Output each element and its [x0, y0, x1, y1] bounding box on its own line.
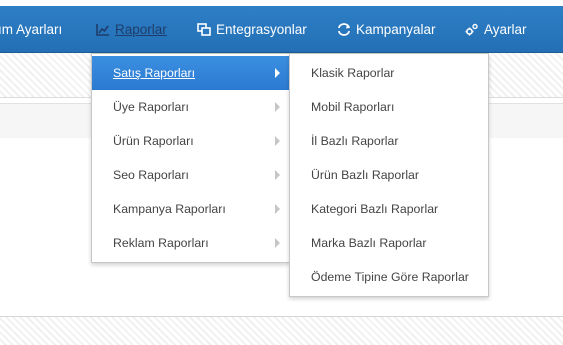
submenu-item-category-reports[interactable]: Kategori Bazlı Raporlar: [290, 192, 488, 226]
submenu-item-label: Ürün Bazlı Raporlar: [311, 168, 419, 182]
nav-item-label: ım Ayarları: [0, 21, 63, 37]
submenu-item-mobile-reports[interactable]: Mobil Raporları: [290, 90, 488, 124]
chevron-right-icon: [275, 170, 280, 180]
submenu-item-label: Klasik Raporlar: [311, 66, 395, 80]
nav-item-integrations[interactable]: Entegrasyonlar: [197, 6, 307, 52]
submenu-item-brand-reports[interactable]: Marka Bazlı Raporlar: [290, 226, 488, 260]
submenu-item-label: Ödeme Tipine Göre Raporlar: [311, 270, 469, 284]
nav-item-label: Raporlar: [115, 21, 167, 37]
submenu-item-product-based-reports[interactable]: Ürün Bazlı Raporlar: [290, 158, 488, 192]
menu-item-sales-reports[interactable]: Satış Raporları: [92, 56, 289, 90]
footer-band: [0, 316, 563, 345]
nav-item-store-settings[interactable]: ım Ayarları: [0, 6, 62, 52]
menu-item-member-reports[interactable]: Üye Raporları: [92, 90, 289, 124]
menu-item-label: Ürün Raporları: [113, 134, 194, 148]
submenu-item-label: İl Bazlı Raporlar: [311, 134, 399, 148]
nav-item-settings[interactable]: Ayarlar: [465, 6, 527, 52]
top-navbar: ım Ayarları Raporlar Entegrasyonlar Kamp…: [0, 6, 563, 53]
submenu-item-classic-reports[interactable]: Klasik Raporlar: [290, 56, 488, 90]
reports-dropdown-menu: Satış Raporları Üye Raporları Ürün Rapor…: [91, 53, 290, 263]
menu-item-label: Seo Raporları: [113, 168, 189, 182]
menu-item-product-reports[interactable]: Ürün Raporları: [92, 124, 289, 158]
submenu-item-label: Mobil Raporları: [311, 100, 395, 114]
nav-item-label: Entegrasyonlar: [216, 21, 307, 37]
gear-icon: [465, 23, 479, 36]
nav-item-label: Kampanyalar: [356, 21, 436, 37]
submenu-item-label: Kategori Bazlı Raporlar: [311, 202, 439, 216]
chevron-right-icon: [275, 238, 280, 248]
menu-item-label: Kampanya Raporları: [113, 202, 226, 216]
chevron-right-icon: [275, 136, 280, 146]
integration-icon: [197, 22, 211, 36]
menu-item-ad-reports[interactable]: Reklam Raporları: [92, 226, 289, 260]
nav-item-campaigns[interactable]: Kampanyalar: [337, 6, 436, 52]
campaign-icon: [337, 22, 351, 36]
menu-item-seo-reports[interactable]: Seo Raporları: [92, 158, 289, 192]
chevron-right-icon: [275, 68, 280, 78]
menu-item-label: Reklam Raporları: [113, 236, 209, 250]
nav-item-label: Ayarlar: [484, 21, 527, 37]
submenu-item-city-reports[interactable]: İl Bazlı Raporlar: [290, 124, 488, 158]
menu-item-label: Üye Raporları: [113, 100, 189, 114]
chart-icon: [96, 23, 110, 36]
chevron-right-icon: [275, 204, 280, 214]
menu-item-campaign-reports[interactable]: Kampanya Raporları: [92, 192, 289, 226]
chevron-right-icon: [275, 102, 280, 112]
nav-item-reports[interactable]: Raporlar: [96, 6, 167, 52]
submenu-item-label: Marka Bazlı Raporlar: [311, 236, 427, 250]
submenu-item-payment-type-reports[interactable]: Ödeme Tipine Göre Raporlar: [290, 260, 488, 294]
sales-reports-submenu: Klasik Raporlar Mobil Raporları İl Bazlı…: [289, 53, 489, 297]
menu-item-label: Satış Raporları: [113, 66, 196, 80]
